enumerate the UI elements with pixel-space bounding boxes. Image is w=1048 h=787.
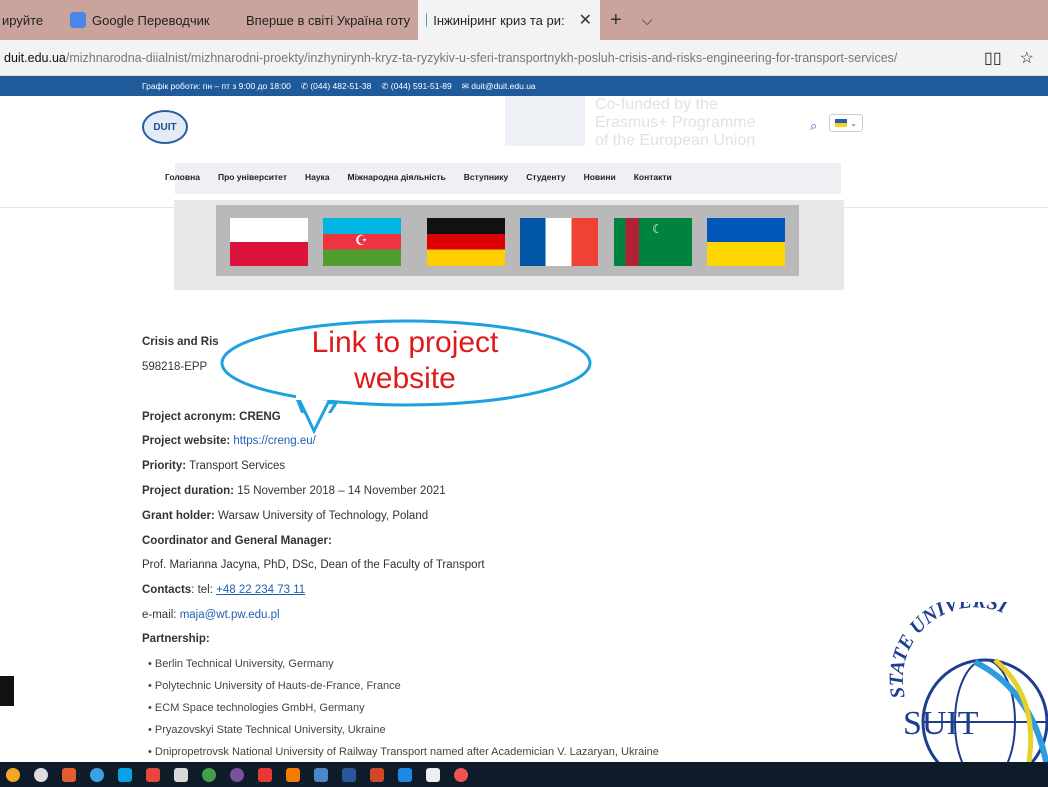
calculator-icon[interactable] — [314, 767, 328, 782]
side-panel-edge — [0, 676, 14, 706]
url-path: /mizhnarodna-diialnist/mizhnarodni-proek… — [65, 50, 898, 65]
project-website-link[interactable]: https://creng.eu/ — [233, 435, 315, 447]
coordinator-heading: Coordinator and General Manager: — [142, 535, 332, 547]
nav-item-students[interactable]: Студенту — [517, 172, 574, 182]
list-item: • Pryazovskyi State Technical University… — [148, 724, 386, 736]
project-duration: Project duration: 15 November 2018 – 14 … — [142, 485, 446, 497]
taskbar-app-icon[interactable] — [174, 767, 188, 782]
tab-partial[interactable]: ируйте — [0, 0, 62, 40]
phone-link[interactable]: ✆ (044) 591-51-89 — [381, 81, 451, 92]
new-tab-button[interactable]: + — [600, 0, 632, 40]
callout-text: Link to project website — [311, 326, 499, 395]
url-field[interactable]: duit.edu.ua/mizhnarodna-diialnist/mizhna… — [4, 51, 964, 65]
tab-label: Інжиніринг криз та ри: — [433, 12, 565, 28]
taskbar-app-icon[interactable] — [146, 767, 160, 782]
project-priority: Priority: Transport Services — [142, 460, 286, 472]
powerpoint-icon[interactable] — [370, 767, 384, 782]
suit-watermark-logo: STATE UNIVERSI SUIT — [886, 602, 1048, 786]
list-item: • Berlin Technical University, Germany — [148, 658, 334, 670]
list-item: • Polytechnic University of Hauts-de-Fra… — [148, 680, 401, 692]
project-website: Project website: https://creng.eu/ — [142, 435, 316, 447]
phone-link[interactable]: +48 22 234 73 11 — [216, 584, 305, 596]
tab-label: Вперше в світі Україна готу — [246, 12, 411, 28]
partnership-heading: Partnership: — [142, 633, 210, 645]
photos-icon[interactable] — [426, 767, 440, 782]
contacts: Contacts: tel: +48 22 234 73 11 — [142, 584, 306, 596]
working-hours: Графік роботи: пн – пт з 9:00 до 18:00 — [142, 81, 291, 91]
language-switcher[interactable]: ⌄ — [829, 114, 863, 132]
email-link[interactable]: maja@wt.pw.edu.pl — [180, 609, 280, 621]
browser-tab-bar: ируйте Google Переводчик Вперше в світі … — [0, 0, 1048, 40]
tab-google-translate[interactable]: Google Переводчик — [62, 0, 232, 40]
project-code: 598218-EPP — [142, 361, 208, 373]
pdf-reader-icon[interactable] — [258, 767, 272, 782]
word-icon[interactable] — [342, 767, 356, 782]
email-link[interactable]: ✉ duit@duit.edu.ua — [462, 81, 536, 92]
main-navigation: Головна Про університет Наука Міжнародна… — [156, 172, 681, 182]
taskbar-app-icon[interactable] — [202, 767, 216, 782]
germany-flag — [427, 218, 505, 266]
nav-item-contacts[interactable]: Контакти — [625, 172, 681, 182]
nav-item-science[interactable]: Наука — [296, 172, 339, 182]
taskbar-app-icon[interactable] — [454, 767, 468, 782]
grant-holder: Grant holder: Warsaw University of Techn… — [142, 510, 429, 522]
nav-item-international[interactable]: Міжнародна діяльність — [339, 172, 455, 182]
callout-pointer — [295, 395, 333, 435]
ukraine-flag — [707, 218, 785, 266]
windows-taskbar — [0, 762, 1048, 787]
svg-text:SUIT: SUIT — [903, 705, 979, 742]
phone-link[interactable]: ✆ (044) 482-51-38 — [301, 81, 371, 92]
search-icon[interactable]: ⌕ — [810, 118, 817, 134]
france-flag — [520, 218, 598, 266]
erasmus-ghost-text: Co-funded by the Erasmus+ Programme of t… — [595, 96, 756, 149]
contact-email: e-mail: maja@wt.pw.edu.pl — [142, 609, 280, 621]
google-translate-icon — [70, 12, 86, 28]
ukraine-flag-icon — [835, 119, 848, 127]
svg-text:STATE UNIVERSI: STATE UNIVERSI — [886, 602, 1012, 700]
site-favicon-icon — [426, 12, 428, 28]
viber-icon[interactable] — [230, 767, 244, 782]
tab-label: Google Переводчик — [92, 12, 210, 28]
tab-current[interactable]: Інжиніринг криз та ри: ✕ — [418, 0, 600, 40]
vlc-icon[interactable] — [286, 767, 300, 782]
tab-news[interactable]: Вперше в світі Україна готу — [232, 0, 418, 40]
skype-icon[interactable] — [118, 767, 132, 782]
taskbar-app-icon[interactable] — [90, 767, 104, 782]
address-bar[interactable]: duit.edu.ua/mizhnarodna-diialnist/mizhna… — [0, 40, 1048, 76]
nav-item-news[interactable]: Новини — [575, 172, 625, 182]
tab-menu-chevron-icon[interactable]: ⌵ — [632, 0, 663, 40]
university-logo[interactable]: DUIT — [142, 110, 188, 144]
turkmenistan-flag: ☾ — [614, 218, 692, 266]
tab-label: ируйте — [2, 12, 44, 28]
nav-item-admission[interactable]: Вступнику — [455, 172, 517, 182]
close-tab-icon[interactable]: ✕ — [579, 10, 592, 30]
list-item: • Dnipropetrovsk National University of … — [148, 746, 659, 758]
nav-item-home[interactable]: Головна — [156, 172, 209, 182]
edge-browser-icon[interactable] — [398, 767, 412, 782]
azerbaijan-flag: ☪ — [323, 218, 401, 266]
chevron-down-icon: ⌄ — [850, 118, 857, 128]
url-domain: duit.edu.ua — [4, 50, 66, 65]
taskbar-app-icon[interactable] — [6, 767, 20, 782]
coordinator-name: Prof. Marianna Jacyna, PhD, DSc, Dean of… — [142, 559, 485, 571]
taskbar-app-icon[interactable] — [62, 767, 76, 782]
settings-gear-icon[interactable] — [34, 767, 48, 782]
project-title: Crisis and Ris — [142, 336, 219, 348]
star-icon[interactable]: ☆ — [1020, 48, 1034, 68]
poland-flag — [230, 218, 308, 266]
list-item: • ECM Space technologies GmbH, Germany — [148, 702, 365, 714]
nav-item-about[interactable]: Про університет — [209, 172, 296, 182]
book-icon[interactable]: ▯▯ — [984, 48, 1002, 68]
site-contact-strip: Графік роботи: пн – пт з 9:00 до 18:00 ✆… — [0, 76, 1048, 96]
